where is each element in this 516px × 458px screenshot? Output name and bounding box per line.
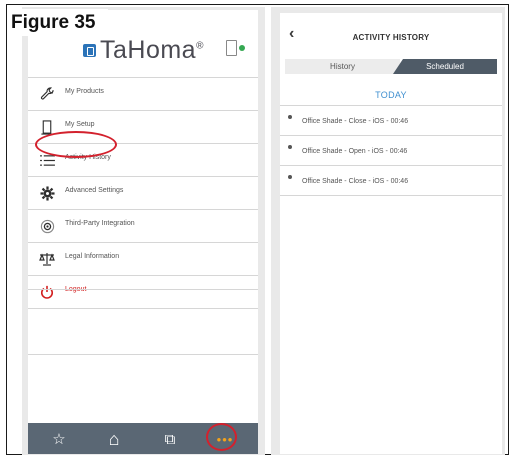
tab-history[interactable]: History xyxy=(285,59,400,74)
divider xyxy=(28,354,258,355)
page-title: ACTIVITY HISTORY xyxy=(352,33,430,42)
brand-name: TaHoma xyxy=(100,36,197,64)
history-entry-text: Office Shade - Close - iOS - 00:46 xyxy=(302,118,409,125)
menu-item-logout[interactable]: Logout xyxy=(28,275,258,309)
right-phone-screen: ‹ ACTIVITY HISTORY History Scheduled TOD… xyxy=(280,13,502,454)
wrench-icon xyxy=(39,86,55,102)
main-menu: My Products My Setup Activity History Ad… xyxy=(28,77,258,309)
divider xyxy=(28,289,258,290)
tab-scheduled[interactable]: Scheduled xyxy=(393,59,497,74)
power-icon xyxy=(39,284,55,300)
more-button-highlight xyxy=(206,423,237,451)
history-entry-text: Office Shade - Close - iOS - 00:46 xyxy=(302,178,409,185)
app-brand: TaHoma® xyxy=(100,36,204,65)
menu-item-label: My Setup xyxy=(65,121,95,128)
bullet-icon xyxy=(288,115,292,119)
history-entry-text: Office Shade - Open - iOS - 00:46 xyxy=(302,148,408,155)
section-heading-today: TODAY xyxy=(375,90,407,100)
tahoma-logo-icon xyxy=(83,44,96,57)
history-entry[interactable]: Office Shade - Close - iOS - 00:46 xyxy=(280,105,502,135)
brand-mark: ® xyxy=(196,40,204,52)
menu-item-my-products[interactable]: My Products xyxy=(28,77,258,110)
screen-header: ‹ ACTIVITY HISTORY xyxy=(280,13,502,57)
home-icon[interactable]: ⌂ xyxy=(104,429,124,449)
history-entry[interactable]: Office Shade - Open - iOS - 00:46 xyxy=(280,135,502,165)
history-tabs: History Scheduled xyxy=(285,59,497,74)
connection-status-icon xyxy=(239,45,245,51)
history-list: Office Shade - Close - iOS - 00:46 Offic… xyxy=(280,105,502,196)
history-entry[interactable]: Office Shade - Close - iOS - 00:46 xyxy=(280,165,502,196)
favorites-star-icon[interactable]: ☆ xyxy=(49,429,69,449)
integration-icon xyxy=(39,218,55,234)
menu-item-third-party-integration[interactable]: Third-Party Integration xyxy=(28,209,258,242)
left-phone-screen: TaHoma® My Products My Setup Activity Hi… xyxy=(28,10,258,454)
figure-label: Figure 35 xyxy=(8,9,108,36)
menu-item-label: My Products xyxy=(65,88,104,95)
menu-item-label: Third-Party Integration xyxy=(65,220,135,227)
menu-item-legal-information[interactable]: Legal Information xyxy=(28,242,258,275)
bullet-icon xyxy=(288,145,292,149)
menu-item-advanced-settings[interactable]: Advanced Settings xyxy=(28,176,258,209)
scales-icon xyxy=(39,251,55,267)
menu-item-label: Legal Information xyxy=(65,253,120,260)
bullet-icon xyxy=(288,175,292,179)
box-status-icon[interactable] xyxy=(226,40,237,56)
gear-icon xyxy=(39,185,55,201)
activity-history-highlight xyxy=(35,131,117,158)
menu-item-label: Advanced Settings xyxy=(65,187,124,194)
scenarios-icon[interactable]: ⧉ xyxy=(160,429,180,449)
